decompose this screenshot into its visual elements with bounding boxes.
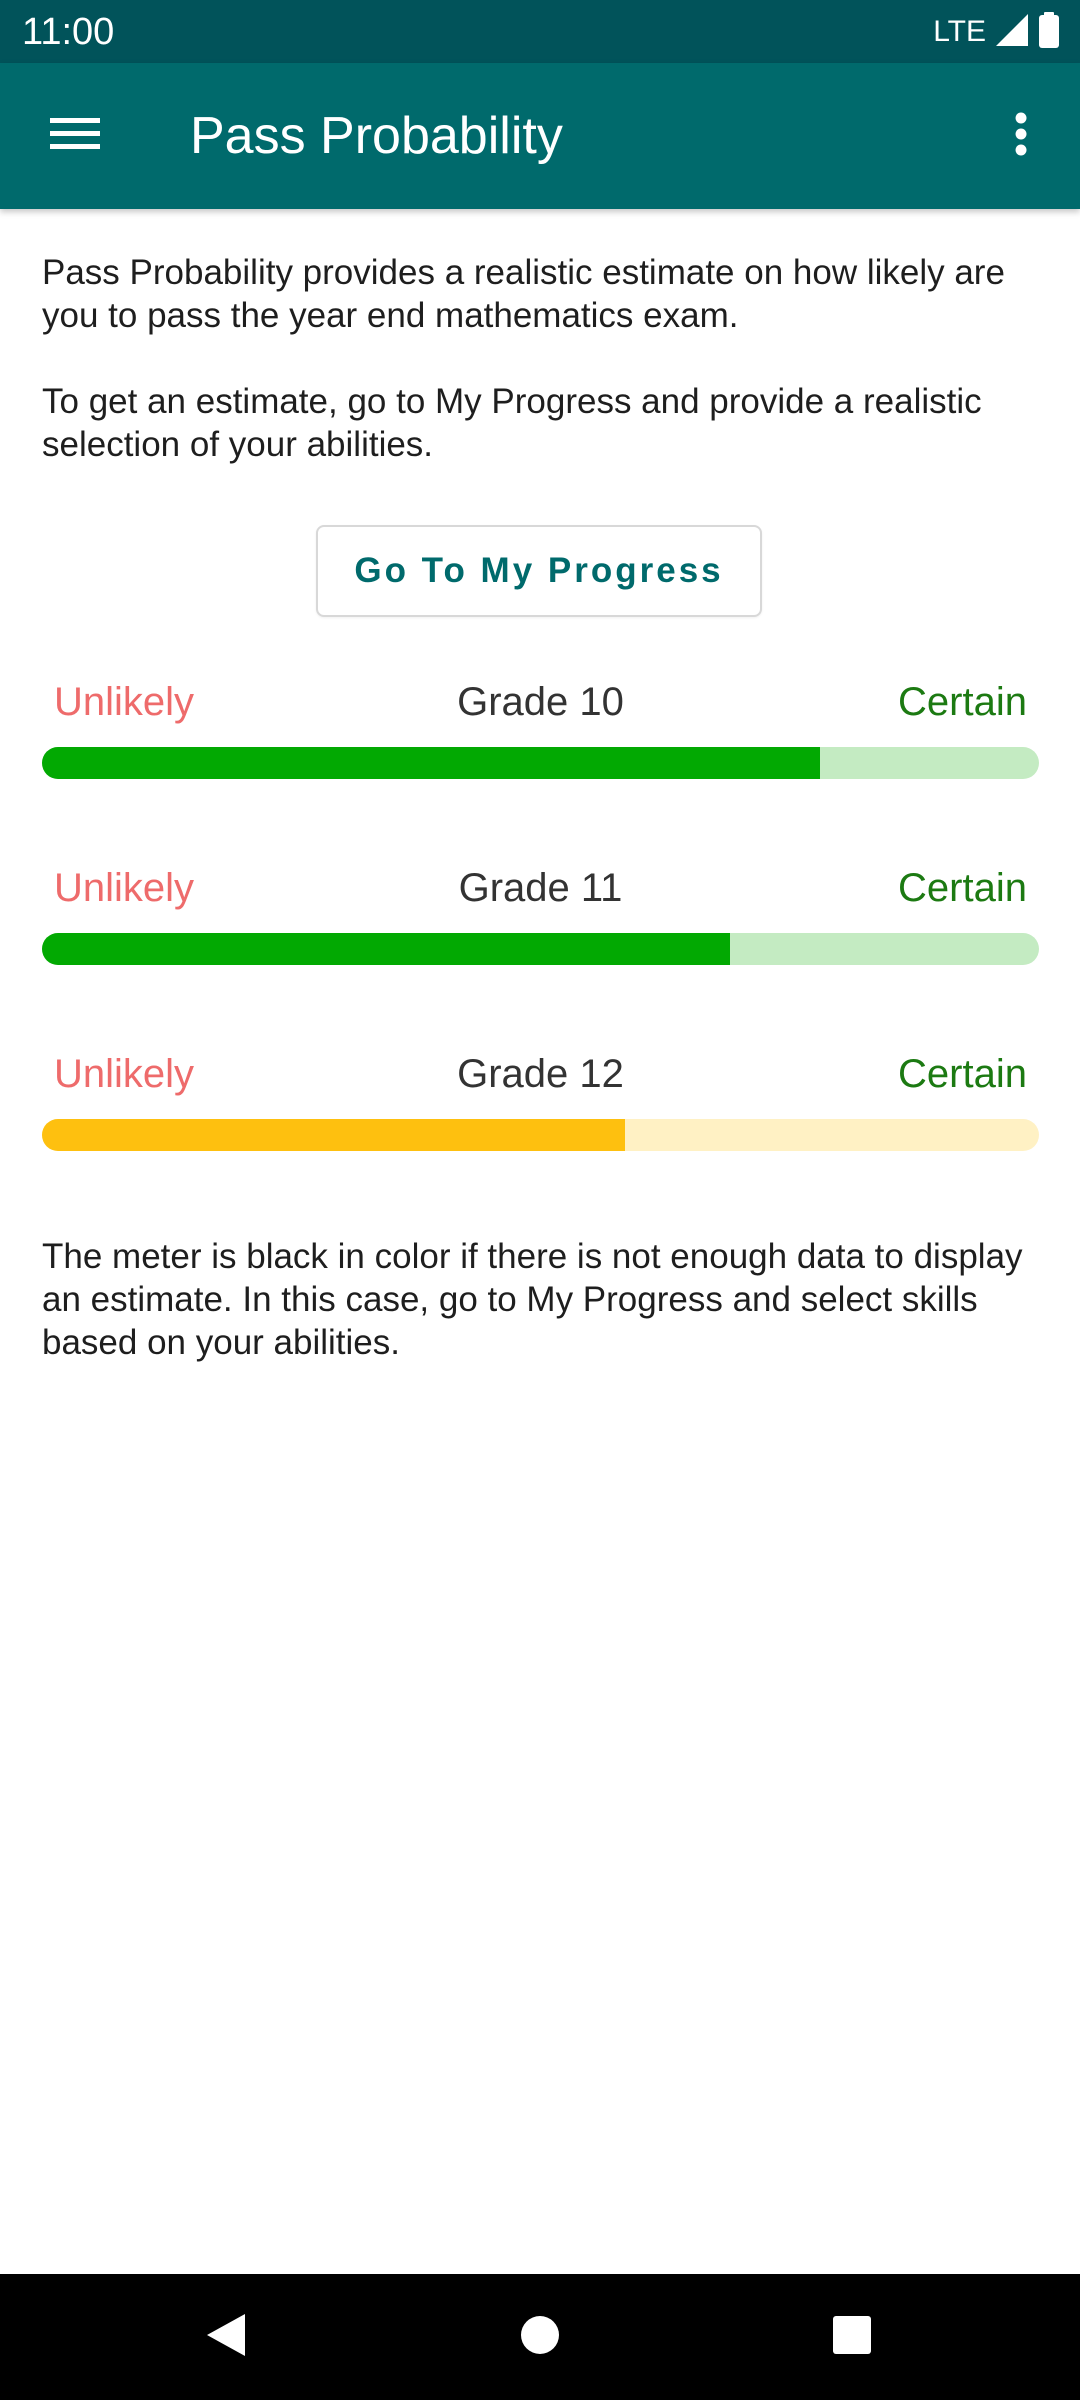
meter-fill bbox=[42, 1119, 626, 1151]
meter-track bbox=[42, 933, 1039, 965]
more-vert-icon bbox=[1014, 112, 1028, 161]
battery-icon bbox=[1038, 11, 1060, 53]
navigation-menu-button[interactable] bbox=[30, 99, 120, 173]
meter-fill bbox=[42, 747, 820, 779]
recents-icon bbox=[832, 2315, 872, 2360]
certain-label: Certain bbox=[898, 866, 1027, 910]
status-time: 11:00 bbox=[22, 11, 115, 53]
grade-10-meter: Grade 10 Unlikely Certain bbox=[42, 670, 1039, 780]
meter-explanation-note: The meter is black in color if there is … bbox=[42, 1237, 1023, 1362]
home-icon bbox=[520, 2315, 560, 2360]
grade-12-meter: Grade 12 Unlikely Certain bbox=[42, 1042, 1039, 1152]
certain-label: Certain bbox=[898, 1052, 1027, 1096]
network-type: LTE bbox=[933, 15, 986, 48]
status-bar: 11:00 LTE bbox=[0, 0, 1080, 63]
intro-paragraph-1: Pass Probability provides a realistic es… bbox=[42, 253, 1005, 335]
back-icon bbox=[205, 2312, 247, 2363]
back-button[interactable] bbox=[186, 2297, 266, 2377]
meter-fill bbox=[42, 933, 730, 965]
grade-11-meter: Grade 11 Unlikely Certain bbox=[42, 856, 1039, 966]
more-options-button[interactable] bbox=[986, 99, 1056, 173]
home-button[interactable] bbox=[500, 2297, 580, 2377]
signal-icon bbox=[994, 13, 1030, 52]
recents-button[interactable] bbox=[812, 2297, 892, 2377]
meter-track bbox=[42, 747, 1039, 779]
unlikely-label: Unlikely bbox=[54, 1052, 195, 1096]
system-navigation-bar bbox=[0, 2274, 1080, 2400]
hamburger-menu-icon bbox=[50, 116, 100, 157]
certain-label: Certain bbox=[898, 680, 1027, 724]
intro-paragraph-2: To get an estimate, go to My Progress an… bbox=[42, 382, 982, 464]
status-icons: LTE bbox=[933, 11, 1060, 53]
unlikely-label: Unlikely bbox=[54, 866, 195, 910]
app-bar: Pass Probability bbox=[0, 63, 1080, 209]
page-title: Pass Probability bbox=[190, 107, 563, 165]
pass-probability-screen: 11:00 LTE Pass Probability Pass Probabil… bbox=[0, 0, 1080, 2400]
meter-track bbox=[42, 1119, 1039, 1151]
go-to-my-progress-button[interactable]: Go To My Progress bbox=[316, 525, 762, 617]
unlikely-label: Unlikely bbox=[54, 680, 195, 724]
